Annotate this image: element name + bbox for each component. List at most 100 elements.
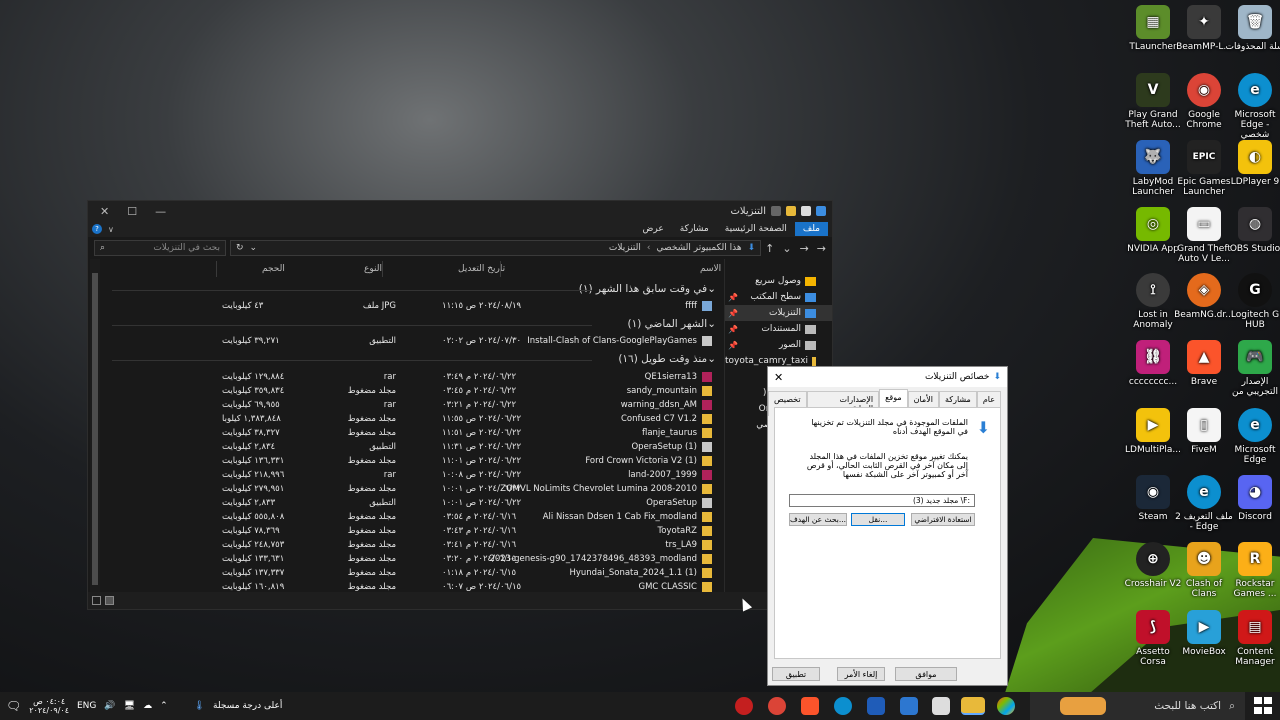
desktop-icon[interactable]: ◍ OBS Studio: [1225, 207, 1280, 254]
recent-chevron-icon[interactable]: ⌄: [782, 242, 791, 255]
taskbar-copilot-icon[interactable]: [997, 697, 1015, 715]
nav-item[interactable]: وصول سريع: [725, 273, 832, 289]
move-button[interactable]: نقل...: [851, 513, 905, 526]
file-row[interactable]: Ali Nissan Ddsen 1 Cab Fix_modland ٢٠٢٤/٠…: [102, 511, 724, 525]
pin-icon[interactable]: 📌: [728, 309, 738, 318]
file-row[interactable]: land-2007_1999 ٢٠٢٤/٠٦/٢٢ ص ١٠:٠٨ rar ٢١٨,٩…: [102, 469, 724, 483]
taskbar-app-icon[interactable]: [735, 697, 753, 715]
maximize-icon[interactable]: ☐: [127, 205, 137, 218]
target-path-input[interactable]: :F\ مجلد جديد (3): [789, 494, 975, 507]
file-row[interactable]: ffff ٢٠٢٤/٠٨/١٩ ص ١١:١٥ ملف JPG ٤٣ كيلوبايت: [102, 300, 724, 314]
desktop-icon[interactable]: e Microsoft Edge - شخصي: [1225, 73, 1280, 140]
file-row[interactable]: sandy_mountain ٢٠٢٤/٠٦/٢٢ م ٠٣:٤٥ مجلد مضغ…: [102, 385, 724, 399]
network-icon[interactable]: 🖥: [124, 701, 135, 711]
language-indicator[interactable]: ENG: [77, 701, 96, 711]
start-button[interactable]: [1254, 697, 1274, 715]
file-row[interactable]: OperaSetup (1) ٢٠٢٤/٠٦/٢٢ ص ١١:٣١ التطبيق ٢…: [102, 441, 724, 455]
file-row[interactable]: Hyundai_Sonata_2024_1.1 (1) ٢٠٢٤/٠٦/١٥ م …: [102, 567, 724, 581]
file-row[interactable]: OperaSetup ٢٠٢٤/٠٦/٢٢ ص ١٠:٠١ التطبيق ٢,٨٣٣…: [102, 497, 724, 511]
file-row[interactable]: ZOMVL NoLimits Chevrolet Lumina 2008-201…: [102, 483, 724, 497]
desktop-icon[interactable]: 🎮 الإصدار التجريبي من: [1225, 340, 1280, 397]
ribbon-expand-icon[interactable]: ∨: [108, 225, 114, 234]
group-header[interactable]: ⌄الشهر الماضي (١): [112, 318, 716, 330]
col-size[interactable]: الحجم: [262, 264, 285, 274]
vertical-scrollbar[interactable]: [90, 259, 100, 592]
file-row[interactable]: Install-Clash of Clans-GooglePlayGames ٢٠…: [102, 335, 724, 349]
find-target-button[interactable]: بحث عن الهدف...: [789, 513, 847, 526]
group-header[interactable]: ⌄منذ وقت طويل (١٦): [112, 353, 716, 365]
pin-icon[interactable]: 📌: [728, 293, 738, 302]
chevron-down-icon[interactable]: ⌄: [250, 243, 258, 253]
file-row[interactable]: Ford Crown Victoria V2 (1) ٢٠٢٤/٠٦/٢٢ ص ١…: [102, 455, 724, 469]
file-row[interactable]: GMC CLASSIC ٢٠٢٤/٠٦/١٥ ص ٠٦:٠٧ مجلد مضغوط ١…: [102, 581, 724, 592]
minimize-icon[interactable]: —: [155, 205, 166, 218]
ok-button[interactable]: موافق: [895, 667, 957, 681]
taskbar-edge-icon[interactable]: [834, 697, 852, 715]
refresh-icon[interactable]: ↻: [236, 243, 244, 253]
file-row[interactable]: flanje_taurus ٢٠٢٤/٠٦/٢٢ ص ١١:٥١ مجلد مضغو…: [102, 427, 724, 441]
details-view-icon[interactable]: [92, 596, 101, 605]
desktop-icon[interactable]: ◐ LDPlayer 9: [1225, 140, 1280, 187]
tab-share[interactable]: مشاركة: [672, 222, 717, 236]
desktop-icon[interactable]: e Microsoft Edge: [1225, 408, 1280, 465]
desktop-icon[interactable]: ◕ Discord: [1225, 475, 1280, 522]
restore-default-button[interactable]: استعادة الافتراضي: [911, 513, 975, 526]
search-box[interactable]: ⌕ بحث في التنزيلات: [94, 240, 226, 256]
close-icon[interactable]: ✕: [774, 371, 783, 384]
taskbar-store-icon[interactable]: [932, 697, 950, 715]
col-name[interactable]: الاسم: [700, 264, 721, 274]
nav-item[interactable]: سطح المكتب 📌: [725, 289, 832, 305]
col-type[interactable]: النوع: [364, 264, 382, 274]
pin-icon[interactable]: 📌: [728, 341, 738, 350]
up-arrow-icon[interactable]: ↑: [765, 242, 774, 255]
col-date[interactable]: تاريخ التعديل: [458, 264, 505, 274]
properties-icon[interactable]: [801, 206, 811, 216]
desktop-icon[interactable]: 🗑 سلة المحذوفات: [1225, 5, 1280, 52]
close-icon[interactable]: ✕: [100, 205, 109, 218]
back-arrow-icon[interactable]: →: [817, 242, 826, 255]
file-row[interactable]: warning_ddsn_AM ٢٠٢٤/٠٦/٢٢ م ٠٣:٢١ rar ٦٩,٩…: [102, 399, 724, 413]
tab-file[interactable]: ملف: [794, 222, 828, 236]
forward-arrow-icon[interactable]: →: [800, 242, 809, 255]
pin-icon[interactable]: 📌: [728, 325, 738, 334]
desktop-icon[interactable]: R Rockstar Games ...: [1225, 542, 1280, 599]
file-row[interactable]: 2023-genesis-g90_1742378496_48393_modlan…: [102, 553, 724, 567]
file-size: ١٢٩,٨٨٤ كيلوبايت: [222, 372, 285, 382]
file-row[interactable]: ToyotaRZ ٢٠٢٤/٠٦/١٦ م ٠٣:٤٣ مجلد مضغوط ٧٨,٣…: [102, 525, 724, 539]
dialog-titlebar: ✕ ⬇ خصائص التنزيلات: [768, 367, 1007, 387]
taskbar-chrome-icon[interactable]: [768, 697, 786, 715]
group-header[interactable]: ⌄في وقت سابق هذا الشهر (١): [112, 283, 716, 295]
show-hidden-icons-icon[interactable]: ⌃: [160, 701, 168, 711]
nav-item[interactable]: التنزيلات 📌: [725, 305, 832, 321]
clock[interactable]: ٠٤:٠٤ ص ٢٠٢٤/٠٩/٠٤: [29, 697, 69, 715]
taskbar-app2-icon[interactable]: [867, 697, 885, 715]
help-icon[interactable]: ?: [92, 224, 102, 234]
explorer-titlebar: ✕ ☐ — التنزيلات: [88, 201, 832, 221]
nav-item[interactable]: الصور 📌: [725, 337, 832, 353]
weather-text[interactable]: أعلى درجة مسجلة: [213, 701, 282, 711]
taskbar-mail-icon[interactable]: [900, 697, 918, 715]
breadcrumb-pc[interactable]: هذا الكمبيوتر الشخصي: [657, 243, 742, 253]
file-row[interactable]: QE1sierra13 ٢٠٢٤/٠٦/٢٢ م ٠٣:٤٩ rar ١٢٩,٨٨٤ …: [102, 371, 724, 385]
file-size: ٢,٨٣٤ كيلوبايت: [222, 442, 276, 452]
large-icons-view-icon[interactable]: [105, 596, 114, 605]
desktop-icon[interactable]: ▤ Content Manager: [1225, 610, 1280, 667]
onedrive-icon[interactable]: ☁: [143, 701, 152, 711]
tab-home[interactable]: الصفحة الرئيسية: [717, 222, 795, 236]
apply-button[interactable]: تطبيق: [772, 667, 820, 681]
notifications-icon[interactable]: 🗨: [6, 699, 21, 713]
file-type: مجلد مضغوط: [347, 456, 396, 466]
file-row[interactable]: Confused C7 V1.2 ٢٠٢٤/٠٦/٢٢ ص ١١:٥٥ مجلد م…: [102, 413, 724, 427]
nav-item[interactable]: المستندات 📌: [725, 321, 832, 337]
cancel-button[interactable]: إلغاء الأمر: [837, 667, 885, 681]
tab-view[interactable]: عرض: [634, 222, 671, 236]
breadcrumb-downloads[interactable]: التنزيلات: [609, 243, 641, 253]
volume-icon[interactable]: 🔊: [104, 701, 115, 711]
app-icon: ◉: [1187, 73, 1221, 107]
file-date: ٢٠٢٤/٠٦/٢٢ م ٠٣:٤٥: [442, 386, 517, 396]
taskbar-brave-icon[interactable]: [801, 697, 819, 715]
taskbar-file-explorer-icon[interactable]: [961, 697, 985, 715]
desktop-icon[interactable]: G Logitech G HUB: [1225, 273, 1280, 330]
address-bar[interactable]: ↻ ⌄ ⬇ هذا الكمبيوتر الشخصي › التنزيلات: [230, 240, 762, 256]
file-row[interactable]: trs_LA9 ٢٠٢٤/٠٦/١٦ م ٠٣:٤١ مجلد مضغوط ٢٤٨,٧…: [102, 539, 724, 553]
